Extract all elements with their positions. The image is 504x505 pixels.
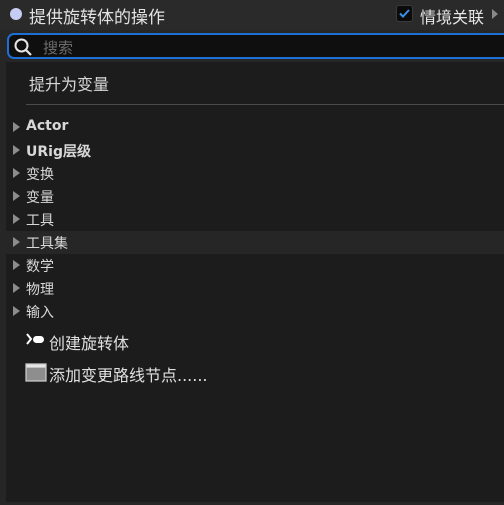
- category-utilities[interactable]: 工具: [6, 208, 504, 231]
- expand-triangle-icon[interactable]: [13, 306, 20, 316]
- action-create-rotator[interactable]: 创建旋转体: [6, 328, 504, 353]
- category-label: Actor: [26, 118, 69, 134]
- promote-to-variable-item[interactable]: 提升为变量: [29, 71, 109, 95]
- category-urig-hierarchy[interactable]: URig层级: [6, 139, 504, 162]
- context-sensitive-checkbox[interactable]: [396, 5, 413, 22]
- category-label: 变量: [26, 190, 54, 206]
- expand-triangle-icon[interactable]: [13, 191, 20, 201]
- category-label: 变换: [26, 167, 54, 183]
- category-actor[interactable]: Actor: [6, 116, 504, 139]
- expand-triangle-icon[interactable]: [13, 283, 20, 293]
- expand-arrow-icon[interactable]: [492, 9, 498, 19]
- expand-triangle-icon[interactable]: [13, 214, 20, 224]
- action-label: 创建旋转体: [49, 334, 130, 353]
- action-label: 添加变更路线节点......: [49, 366, 208, 385]
- category-label: 数学: [26, 259, 54, 275]
- expand-triangle-icon[interactable]: [13, 260, 20, 270]
- reroute-node-icon: [25, 363, 47, 382]
- category-toolset[interactable]: 工具集: [6, 231, 504, 254]
- category-transform[interactable]: 变换: [6, 162, 504, 185]
- category-variables[interactable]: 变量: [6, 185, 504, 208]
- search-icon: [14, 38, 32, 56]
- category-label: 输入: [26, 305, 54, 321]
- context-sensitive-label[interactable]: 情境关联: [420, 4, 484, 28]
- expand-triangle-icon[interactable]: [13, 145, 20, 155]
- pin-dot-icon: [10, 8, 22, 20]
- category-label: 工具: [26, 213, 54, 229]
- node-pin-icon: [26, 333, 44, 345]
- divider: [26, 104, 504, 105]
- expand-triangle-icon[interactable]: [13, 237, 20, 247]
- action-add-reroute-node[interactable]: 添加变更路线节点......: [6, 360, 504, 385]
- category-label: 物理: [26, 282, 54, 298]
- search-box[interactable]: 搜索: [7, 33, 504, 59]
- menu-title: 提供旋转体的操作: [29, 8, 165, 28]
- checkmark-icon: [399, 9, 410, 18]
- category-physics[interactable]: 物理: [6, 277, 504, 300]
- category-label: 工具集: [26, 236, 68, 252]
- expand-triangle-icon[interactable]: [13, 122, 20, 132]
- category-input[interactable]: 输入: [6, 300, 504, 323]
- category-math[interactable]: 数学: [6, 254, 504, 277]
- search-input[interactable]: 搜索: [43, 37, 73, 58]
- category-label: URig层级: [26, 144, 91, 160]
- expand-triangle-icon[interactable]: [13, 168, 20, 178]
